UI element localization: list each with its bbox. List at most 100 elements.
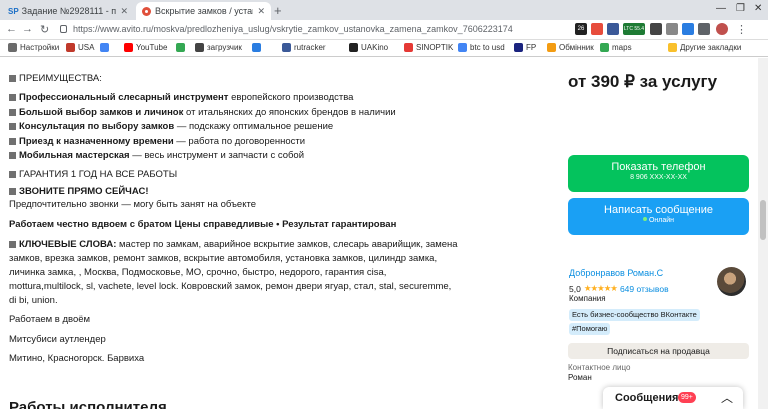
- bullet-icon: [9, 137, 16, 145]
- close-window-icon[interactable]: ✕: [754, 3, 762, 14]
- write-message-button[interactable]: Написать сообщение Онлайн: [568, 198, 749, 235]
- bookmark-label: FP: [526, 43, 537, 52]
- bookmark-icon: [404, 43, 413, 52]
- guarantee-line: ГАРАНТИЯ 1 ГОД НА ВСЕ РАБОТЫ: [9, 169, 177, 180]
- bookmark-item[interactable]: Обмінник: [547, 43, 594, 52]
- bullet-icon: [9, 123, 16, 130]
- bookmark-label: UAKino: [361, 43, 389, 52]
- keywords-line-2: личинка замка, , Москва, Подмосковье, МО…: [9, 267, 387, 278]
- bookmark-label: btc to usd: [470, 43, 505, 52]
- new-tab-icon[interactable]: +: [274, 3, 282, 18]
- bookmark-item[interactable]: maps: [600, 43, 632, 52]
- tab-task[interactable]: SP Задание №2928111 - просмотр ✕: [2, 2, 134, 20]
- advantage-item: Приезд к назначенному времени — работа п…: [9, 136, 305, 147]
- advantages-title: ПРЕИМУЩЕСТВА:: [9, 73, 102, 84]
- puzzle-icon[interactable]: [698, 23, 710, 35]
- chevron-up-icon[interactable]: ︿: [721, 389, 733, 406]
- bookmark-icon: [282, 43, 291, 52]
- advantage-title: Большой выбор замков и личинок: [19, 106, 184, 118]
- back-icon[interactable]: ←: [6, 23, 17, 35]
- extension-icon[interactable]: [607, 23, 619, 35]
- bookmark-item[interactable]: btc to usd: [458, 43, 505, 52]
- close-icon[interactable]: ✕: [120, 6, 128, 17]
- bookmark-icon: [600, 43, 609, 52]
- advantage-title: Профессиональный слесарный инструмент: [19, 92, 229, 103]
- extra-line-0: Работаем в двоём: [9, 314, 91, 325]
- messages-panel[interactable]: Сообщения 99+ ︿: [603, 387, 743, 409]
- pomogayu-badge[interactable]: #Помогаю: [569, 323, 611, 335]
- bookmark-item[interactable]: Другие закладки: [668, 43, 741, 52]
- bookmark-label: Другие закладки: [680, 43, 742, 52]
- browser-tab-bar: SP Задание №2928111 - просмотр ✕ Вскрыти…: [0, 0, 768, 20]
- bookmark-icon: [8, 43, 17, 52]
- bookmark-label: загрузчик: [207, 43, 242, 52]
- advantage-desc: — подскажу оптимальное решение: [174, 121, 334, 132]
- tab-title: Задание №2928111 - просмотр: [21, 6, 117, 16]
- bookmark-icon: [124, 43, 133, 52]
- minimize-icon[interactable]: —: [716, 3, 726, 14]
- bookmark-icon: [176, 43, 185, 52]
- bullet-icon: [9, 75, 16, 82]
- bookmark-label: rutracker: [294, 43, 326, 52]
- bullet-icon: [9, 241, 16, 248]
- keywords-line-4: di bi, union.: [9, 295, 58, 306]
- page-content: ПРЕИМУЩЕСТВА: Профессиональный слесарный…: [0, 58, 768, 409]
- sp-favicon-icon: SP: [8, 6, 19, 16]
- bookmark-item[interactable]: Настройки: [8, 43, 59, 52]
- extension-icon[interactable]: [650, 23, 662, 35]
- tab-avito-active[interactable]: Вскрытие замков / установка / за ✕: [136, 2, 271, 20]
- bookmark-item[interactable]: загрузчик: [195, 43, 242, 52]
- address-bar-row: ← → ↻ https://www.avito.ru/moskva/predlo…: [0, 20, 768, 40]
- extension-badge[interactable]: 26: [575, 23, 587, 35]
- rating-value: 5,0: [569, 283, 581, 294]
- vk-community-badge[interactable]: Есть бизнес-сообщество ВКонтакте: [569, 309, 700, 321]
- subscribe-button[interactable]: Подписаться на продавца: [568, 343, 749, 359]
- bullet-icon: [9, 188, 16, 195]
- messages-count-badge: 99+: [678, 392, 696, 403]
- close-icon[interactable]: ✕: [257, 6, 265, 17]
- bookmark-item[interactable]: [252, 43, 264, 52]
- extension-icon[interactable]: [682, 23, 694, 35]
- advantage-item: Консультация по выбору замков — подскажу…: [9, 121, 333, 132]
- bookmark-item[interactable]: YouTube: [124, 43, 167, 52]
- keywords-label: КЛЮЧЕВЫЕ СЛОВА:: [19, 239, 117, 250]
- bookmark-icon: [668, 43, 677, 52]
- forward-icon[interactable]: →: [22, 23, 33, 35]
- bookmark-item[interactable]: rutracker: [282, 43, 326, 52]
- bookmark-item[interactable]: USA: [66, 43, 94, 52]
- bookmark-item[interactable]: [176, 43, 188, 52]
- call-now-text: ЗВОНИТЕ ПРЯМО СЕЙЧАС!: [19, 186, 149, 197]
- online-status: Онлайн: [648, 217, 675, 224]
- scrollbar-thumb[interactable]: [760, 200, 766, 240]
- bookmarks-bar: Настройки USA YouTube загрузчик rutracker UAK…: [0, 40, 768, 57]
- extension-icon[interactable]: [591, 23, 603, 35]
- seller-avatar[interactable]: [717, 267, 746, 296]
- star-icons: ★★★★★: [583, 283, 618, 293]
- honest-line: Работаем честно вдвоем с братом Цены спр…: [9, 219, 397, 230]
- bookmark-item[interactable]: UAKino: [349, 43, 388, 52]
- maximize-icon[interactable]: ❐: [736, 3, 745, 14]
- extension-icon[interactable]: [666, 23, 678, 35]
- profile-avatar[interactable]: [716, 23, 728, 35]
- advantage-title: Консультация по выбору замков: [19, 121, 175, 132]
- messages-label: Сообщения: [615, 392, 679, 404]
- call-note: Предпочтительно звонки — могу быть занят…: [9, 199, 256, 210]
- advantage-desc: от итальянских до японских брендов в нал…: [183, 106, 396, 118]
- url-field[interactable]: https://www.avito.ru/moskva/predlozheniy…: [73, 24, 513, 34]
- seller-name-link[interactable]: Добронравов Роман.С: [569, 268, 663, 278]
- advantage-desc: европейского производства: [228, 92, 354, 103]
- bookmark-label: Обмінник: [559, 43, 594, 52]
- bookmark-item[interactable]: [100, 43, 112, 52]
- works-section-title: Работы исполнителя: [9, 399, 167, 409]
- menu-dots-icon[interactable]: ⋮: [736, 23, 747, 36]
- bookmark-item[interactable]: SINOPTIK: [404, 43, 453, 52]
- show-phone-button[interactable]: Показать телефон 8 906 XXX-XX-XX: [568, 155, 749, 192]
- bookmark-item[interactable]: FP: [514, 43, 536, 52]
- show-phone-label: Показать телефон: [611, 161, 706, 173]
- reviews-link[interactable]: 649 отзывов: [620, 284, 669, 294]
- phone-number: 8 906 XXX-XX-XX: [630, 174, 687, 181]
- reload-icon[interactable]: ↻: [40, 23, 49, 36]
- ltc-extension[interactable]: LTC 55.4: [623, 23, 645, 35]
- bullet-icon: [9, 171, 16, 178]
- bullet-icon: [9, 152, 16, 159]
